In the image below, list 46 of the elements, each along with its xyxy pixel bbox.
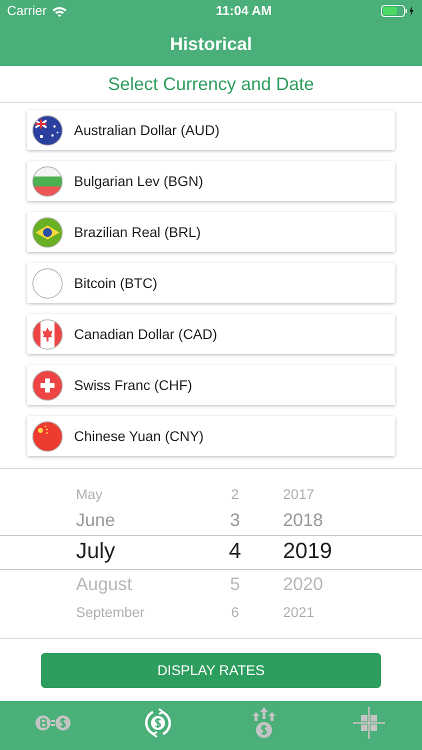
currency-name: Bulgarian Lev (BGN)	[74, 172, 204, 191]
display-rates-button[interactable]: DISPLAY RATES	[41, 652, 381, 688]
flag-icon	[32, 370, 63, 400]
currency-row[interactable]: Brazilian Real (BRL)	[27, 212, 395, 252]
flag-icon	[32, 420, 63, 452]
battery-icon	[381, 5, 415, 17]
currency-name: Canadian Dollar (CAD)	[74, 324, 218, 344]
currency-row[interactable]: Bulgarian Lev (BGN)	[27, 161, 395, 201]
flag-icon	[32, 318, 63, 350]
currency-row[interactable]: Chinese Yuan (CNY)	[27, 416, 395, 456]
month-option[interactable]: July	[76, 540, 116, 562]
currency-name: Bitcoin (BTC)	[74, 274, 158, 293]
currency-row[interactable]: Swiss Franc (CHF)	[27, 365, 395, 405]
month-option[interactable]: May	[76, 487, 102, 501]
year-option[interactable]: 2018	[283, 511, 324, 529]
year-option[interactable]: 2019	[283, 540, 332, 562]
status-time: 11:04 AM	[214, 2, 272, 20]
month-option[interactable]: August	[76, 575, 132, 593]
coin-exchange-icon[interactable]	[34, 714, 72, 732]
year-option[interactable]: 2021	[283, 605, 314, 619]
flag-icon	[32, 166, 63, 196]
year-option[interactable]: 2020	[283, 575, 324, 593]
section-heading: Select Currency and Date	[108, 72, 314, 96]
flag-icon	[32, 216, 63, 248]
month-option[interactable]: September	[76, 605, 144, 619]
grid-icon[interactable]	[353, 707, 386, 739]
year-option[interactable]: 2017	[283, 487, 314, 501]
coin-arrows-icon[interactable]	[252, 707, 276, 739]
currency-row[interactable]: Bitcoin (BTC)	[27, 263, 395, 303]
day-option[interactable]: 3	[230, 511, 240, 529]
currency-row[interactable]: Australian Dollar (AUD)	[27, 110, 395, 150]
day-option[interactable]: 4	[228, 540, 242, 562]
day-option[interactable]: 2	[231, 487, 239, 501]
screen-title: Historical	[170, 32, 252, 56]
wifi-icon	[52, 6, 67, 16]
currency-name: Australian Dollar (AUD)	[74, 120, 220, 140]
day-option[interactable]: 6	[231, 605, 239, 619]
currency-name: Brazilian Real (BRL)	[74, 222, 201, 242]
flag-icon	[32, 268, 63, 298]
currency-name: Swiss Franc (CHF)	[74, 376, 192, 395]
currency-row[interactable]: Canadian Dollar (CAD)	[27, 314, 395, 354]
currency-name: Chinese Yuan (CNY)	[74, 426, 204, 446]
flag-icon	[32, 114, 63, 146]
day-option[interactable]: 5	[230, 575, 240, 593]
month-option[interactable]: June	[76, 511, 116, 529]
carrier-label: Carrier	[7, 2, 47, 20]
